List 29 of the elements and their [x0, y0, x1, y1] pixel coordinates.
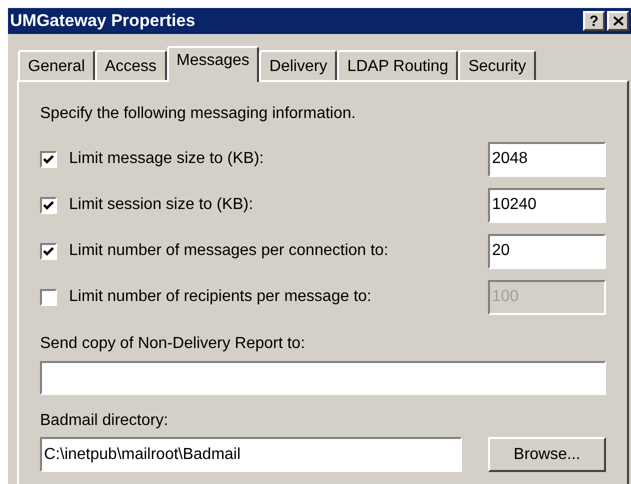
tab[interactable]: Access	[94, 50, 166, 80]
ndr-field[interactable]	[40, 361, 606, 395]
badmail-field[interactable]: C:\inetpub\mailroot\Badmail	[40, 437, 462, 472]
close-icon	[612, 16, 624, 26]
limit-field[interactable]: 20	[488, 234, 606, 268]
checkbox[interactable]	[40, 196, 57, 214]
limit-field[interactable]: 10240	[488, 188, 606, 222]
checkbox[interactable]	[40, 242, 57, 260]
intro-text: Specify the following messaging information.	[40, 104, 357, 124]
browse-button[interactable]: Browse...	[488, 437, 606, 472]
checkbox-label: Limit session size to (KB):	[69, 195, 254, 215]
check-icon	[43, 200, 54, 210]
badmail-label: Badmail directory:	[40, 411, 170, 431]
checkbox-label: Limit number of messages per connection to:	[69, 241, 390, 261]
checkbox-label: Limit number of recipients per message to:	[69, 287, 372, 307]
window-title: UMGateway Properties	[10, 10, 196, 32]
tab[interactable]: Delivery	[259, 50, 338, 80]
tab[interactable]: General	[18, 50, 95, 80]
tab[interactable]: Security	[458, 50, 536, 80]
close-button[interactable]	[607, 11, 629, 31]
help-button[interactable]: ?	[583, 11, 605, 31]
check-icon	[43, 246, 54, 256]
limit-field[interactable]: 2048	[488, 142, 606, 176]
tab[interactable]: LDAP Routing	[337, 50, 458, 80]
ndr-label: Send copy of Non-Delivery Report to:	[40, 334, 306, 354]
check-icon	[43, 154, 54, 164]
checkbox-label: Limit message size to (KB):	[69, 149, 265, 169]
tab[interactable]: Messages	[166, 46, 260, 82]
checkbox[interactable]	[40, 150, 57, 168]
